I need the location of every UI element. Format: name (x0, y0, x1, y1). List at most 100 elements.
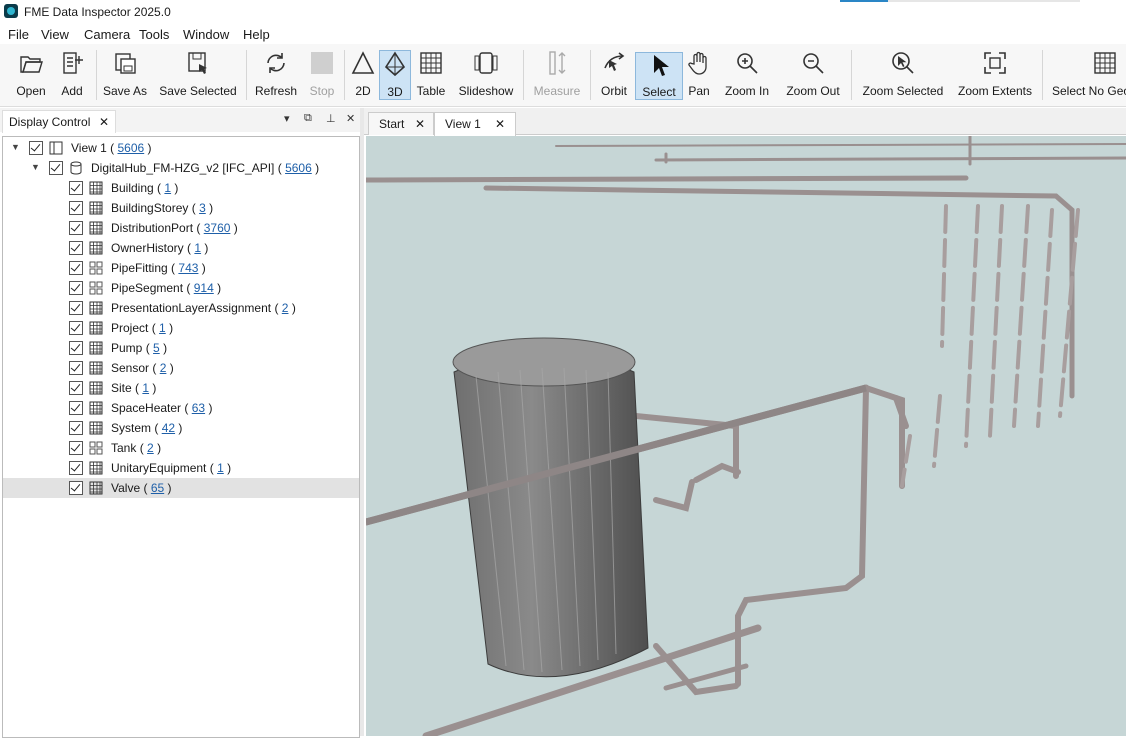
dataset-count-link[interactable]: 5606 (285, 161, 312, 175)
panel-float-icon[interactable]: ⧉ (304, 112, 312, 125)
view-checkbox[interactable] (29, 141, 43, 155)
refresh-button[interactable]: Refresh (254, 50, 298, 102)
layer-count-link[interactable]: 1 (164, 181, 171, 195)
menu-help[interactable]: Help (243, 27, 270, 42)
tree-row-layer[interactable]: PipeSegment ( 914 ) (3, 278, 359, 298)
tree-row-layer[interactable]: Building ( 1 ) (3, 178, 359, 198)
chevron-down-icon[interactable]: ▼ (31, 162, 40, 172)
tree-row-layer[interactable]: Tank ( 2 ) (3, 438, 359, 458)
menu-file[interactable]: File (8, 27, 29, 42)
layer-checkbox[interactable] (69, 381, 83, 395)
slideshow-button[interactable]: Slideshow (456, 50, 516, 102)
chevron-down-icon[interactable]: ▼ (11, 142, 20, 152)
table-select-icon (1094, 52, 1116, 74)
tree-row-layer[interactable]: System ( 42 ) (3, 418, 359, 438)
table-icon (89, 241, 103, 255)
layer-checkbox[interactable] (69, 361, 83, 375)
zoom-in-button[interactable]: Zoom In (721, 50, 773, 102)
panel-splitter[interactable] (360, 108, 364, 736)
layer-checkbox[interactable] (69, 341, 83, 355)
select-button[interactable]: Select (635, 52, 683, 100)
pan-button[interactable]: Pan (685, 50, 713, 102)
tree-row-layer[interactable]: SpaceHeater ( 63 ) (3, 398, 359, 418)
layer-count-link[interactable]: 42 (162, 421, 175, 435)
table-icon (89, 461, 103, 475)
tab-start[interactable]: Start ✕ (368, 112, 434, 135)
tree-row-layer[interactable]: Valve ( 65 ) (3, 478, 359, 498)
panel-close-icon[interactable]: ✕ (346, 112, 355, 125)
tree-row-layer[interactable]: Sensor ( 2 ) (3, 358, 359, 378)
tree-row-layer[interactable]: PresentationLayerAssignment ( 2 ) (3, 298, 359, 318)
slideshow-icon (474, 52, 498, 74)
menu-view[interactable]: View (41, 27, 69, 42)
save-selected-button[interactable]: Save Selected (158, 50, 238, 102)
select-no-geometry-button[interactable]: Select No Geo (1052, 50, 1126, 102)
zoom-extents-button[interactable]: Zoom Extents (956, 50, 1034, 102)
layer-count-link[interactable]: 3760 (204, 221, 231, 235)
menu-tools[interactable]: Tools (139, 27, 169, 42)
layer-name: Valve (111, 481, 141, 495)
layer-count-link[interactable]: 1 (142, 381, 149, 395)
display-control-tab[interactable]: Display Control ✕ (2, 110, 116, 133)
panel-pin-icon[interactable]: ⊥ (326, 112, 336, 125)
tree-row-view[interactable]: ▼ View 1 ( 5606 ) (3, 138, 359, 158)
layer-name: Building (111, 181, 154, 195)
layer-checkbox[interactable] (69, 301, 83, 315)
layer-count-link[interactable]: 65 (151, 481, 164, 495)
layer-count-link[interactable]: 2 (147, 441, 154, 455)
tree-row-dataset[interactable]: ▼ DigitalHub_FM-HZG_v2 [IFC_API] ( 5606 … (3, 158, 359, 178)
tree-row-layer[interactable]: UnitaryEquipment ( 1 ) (3, 458, 359, 478)
layer-checkbox[interactable] (69, 461, 83, 475)
menu-camera[interactable]: Camera (84, 27, 130, 42)
panel-dropdown-icon[interactable]: ▾ (284, 112, 290, 125)
layer-checkbox[interactable] (69, 401, 83, 415)
layer-checkbox[interactable] (69, 181, 83, 195)
tab-view-1[interactable]: View 1 ✕ (434, 112, 516, 136)
layer-checkbox[interactable] (69, 481, 83, 495)
close-icon[interactable]: ✕ (99, 115, 109, 129)
menu-window[interactable]: Window (183, 27, 229, 42)
layer-checkbox[interactable] (69, 201, 83, 215)
layer-checkbox[interactable] (69, 441, 83, 455)
layer-count-link[interactable]: 1 (159, 321, 166, 335)
layer-checkbox[interactable] (69, 321, 83, 335)
add-button[interactable]: Add (56, 50, 88, 102)
dataset-checkbox[interactable] (49, 161, 63, 175)
layer-count-link[interactable]: 63 (192, 401, 205, 415)
layer-count-link[interactable]: 3 (199, 201, 206, 215)
tree-row-layer[interactable]: PipeFitting ( 743 ) (3, 258, 359, 278)
stop-button[interactable]: Stop (306, 50, 338, 102)
layer-checkbox[interactable] (69, 221, 83, 235)
orbit-button[interactable]: Orbit (597, 50, 631, 102)
layer-count-link[interactable]: 743 (178, 261, 198, 275)
title-bar: FME Data Inspector 2025.0 (0, 0, 1126, 24)
layer-count-link[interactable]: 1 (217, 461, 224, 475)
3d-viewport[interactable] (366, 136, 1126, 736)
layer-checkbox[interactable] (69, 261, 83, 275)
layer-count-link[interactable]: 2 (282, 301, 289, 315)
layer-count-link[interactable]: 2 (160, 361, 167, 375)
layer-count-link[interactable]: 1 (194, 241, 201, 255)
save-as-button[interactable]: Save As (102, 50, 148, 102)
layer-count-link[interactable]: 914 (194, 281, 214, 295)
zoom-selected-button[interactable]: Zoom Selected (860, 50, 946, 102)
layer-checkbox[interactable] (69, 281, 83, 295)
table-button[interactable]: Table (414, 50, 448, 102)
mode-2d-button[interactable]: 2D (349, 50, 377, 102)
tree-row-layer[interactable]: OwnerHistory ( 1 ) (3, 238, 359, 258)
layer-count-link[interactable]: 5 (153, 341, 160, 355)
mode-3d-button[interactable]: 3D (379, 50, 411, 100)
zoom-out-button[interactable]: Zoom Out (783, 50, 843, 102)
open-button[interactable]: Open (12, 50, 50, 102)
close-icon[interactable]: ✕ (415, 117, 425, 131)
measure-button[interactable]: Measure (532, 50, 582, 102)
tree-row-layer[interactable]: DistributionPort ( 3760 ) (3, 218, 359, 238)
layer-checkbox[interactable] (69, 241, 83, 255)
tree-row-layer[interactable]: Site ( 1 ) (3, 378, 359, 398)
close-icon[interactable]: ✕ (495, 117, 505, 131)
tree-row-layer[interactable]: Project ( 1 ) (3, 318, 359, 338)
tree-row-layer[interactable]: BuildingStorey ( 3 ) (3, 198, 359, 218)
tree-row-layer[interactable]: Pump ( 5 ) (3, 338, 359, 358)
layer-checkbox[interactable] (69, 421, 83, 435)
view-count-link[interactable]: 5606 (118, 141, 145, 155)
